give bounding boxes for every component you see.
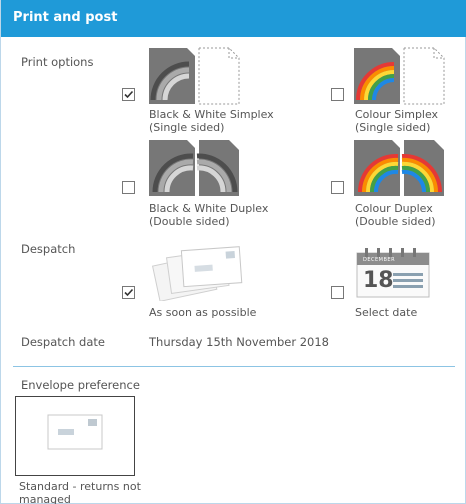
section-divider	[13, 366, 455, 367]
envelope-icon	[47, 414, 103, 450]
despatch-asap-label: As soon as possible	[149, 306, 257, 319]
panel-header: Print and post	[1, 0, 466, 37]
calendar-month: DECEMBER	[363, 257, 396, 263]
colour-duplex-label-line1: Colour Duplex	[355, 202, 433, 215]
despatch-select-date-checkbox[interactable]	[331, 286, 344, 299]
despatch-label: Despatch	[21, 242, 76, 256]
envelope-preference-label: Envelope preference	[21, 378, 140, 392]
despatch-select-date-label: Select date	[355, 306, 418, 319]
envelope-standard-label-line1: Standard - returns not	[19, 480, 141, 493]
colour-simplex-label: Colour Simplex (Single sided)	[355, 108, 438, 134]
envelopes-icon	[147, 243, 247, 304]
bw-duplex-label: Black & White Duplex (Double sided)	[149, 202, 268, 228]
colour-duplex-icon	[352, 138, 448, 201]
colour-simplex-label-line2: (Single sided)	[355, 121, 431, 134]
check-icon	[124, 90, 134, 99]
despatch-date-label: Despatch date	[21, 335, 105, 349]
bw-simplex-label: Black & White Simplex (Single sided)	[149, 108, 274, 134]
envelope-standard-option[interactable]	[15, 396, 135, 476]
bw-duplex-label-line1: Black & White Duplex	[149, 202, 269, 215]
panel-title: Print and post	[13, 10, 118, 25]
envelope-standard-label-line2: managed	[19, 493, 71, 504]
bw-duplex-label-line2: (Double sided)	[149, 215, 230, 228]
colour-simplex-checkbox[interactable]	[331, 88, 344, 101]
check-icon	[124, 288, 134, 297]
colour-simplex-label-line1: Colour Simplex	[355, 108, 439, 121]
calendar-day: 18	[363, 268, 394, 293]
print-and-post-panel: Print and post Print options Black & Whi…	[0, 0, 466, 504]
bw-simplex-icon	[147, 46, 243, 109]
despatch-asap-checkbox[interactable]	[122, 286, 135, 299]
calendar-icon: DECEMBER 18	[355, 247, 431, 299]
bw-simplex-checkbox[interactable]	[122, 88, 135, 101]
bw-simplex-label-line2: (Single sided)	[149, 121, 225, 134]
bw-simplex-label-line1: Black & White Simplex	[149, 108, 274, 121]
colour-duplex-checkbox[interactable]	[331, 181, 344, 194]
bw-duplex-icon	[147, 138, 243, 201]
envelope-standard-label: Standard - returns not managed	[19, 480, 141, 504]
despatch-date-value: Thursday 15th November 2018	[149, 335, 329, 349]
bw-duplex-checkbox[interactable]	[122, 181, 135, 194]
colour-duplex-label-line2: (Double sided)	[355, 215, 436, 228]
print-options-label: Print options	[21, 55, 94, 69]
colour-duplex-label: Colour Duplex (Double sided)	[355, 202, 436, 228]
colour-simplex-icon	[352, 46, 448, 109]
